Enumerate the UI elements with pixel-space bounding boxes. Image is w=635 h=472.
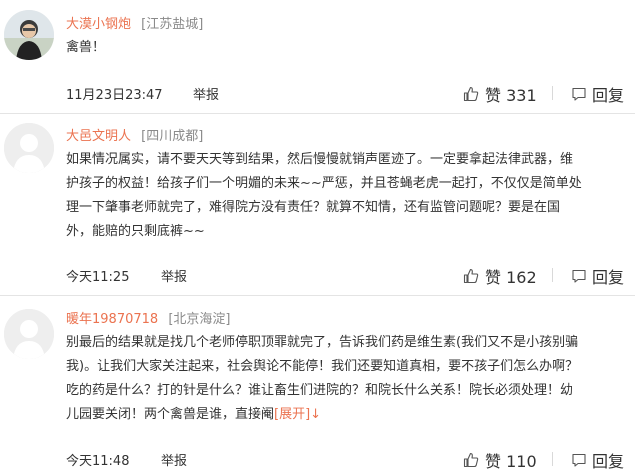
avatar[interactable] — [4, 123, 54, 173]
action-divider — [552, 452, 553, 466]
reply-button[interactable]: 回复 — [571, 264, 624, 288]
text-line: 护孩子的权益！给孩子们一个明媚的未来~~严惩，并且苍蝇老虎一起打，不仅仅是简单处 — [66, 176, 582, 191]
username-link[interactable]: 暖年19870718 — [66, 312, 158, 327]
comment-text: 别最后的结果就是找几个老师停职顶罪就完了，告诉我们药是维生素(我们又不是小孩别骗… — [66, 331, 622, 427]
comment-time: 11月23日23:47 — [66, 88, 163, 103]
text-line: 儿园要关闭！两个禽兽是谁，直接阉[展开]↓ — [66, 403, 622, 427]
action-divider — [552, 86, 553, 100]
thumbs-up-icon — [463, 452, 479, 468]
comment-header: 大漠小钢炮 [江苏盐城] — [66, 13, 203, 33]
text-line: 吃的药是什么？打的针是什么？谁让畜生们进院的？和院长什么关系！院长必须处理！幼 — [66, 383, 574, 398]
action-divider — [552, 268, 553, 282]
user-photo-avatar — [4, 10, 54, 60]
report-link[interactable]: 举报 — [161, 450, 187, 469]
report-link[interactable]: 举报 — [193, 84, 219, 103]
like-button[interactable]: 赞 331 — [463, 82, 537, 106]
location-tag: [四川成都] — [141, 129, 204, 144]
thumbs-up-icon — [463, 86, 479, 102]
like-button[interactable]: 赞 162 — [463, 264, 537, 288]
reply-label: 回复 — [592, 86, 625, 105]
comment-text: 禽兽！ — [66, 40, 106, 55]
reply-bubble-icon — [571, 86, 587, 102]
location-tag: [江苏盐城] — [141, 17, 204, 32]
avatar[interactable] — [4, 10, 54, 60]
like-count: 赞 331 — [485, 86, 537, 105]
comment-item: 大邑文明人 [四川成都] 如果情况属实，请不要天天等到结果，然后慢慢就销声匿迹了… — [0, 113, 635, 295]
reply-bubble-icon — [571, 268, 587, 284]
location-tag: [北京海淀] — [168, 312, 231, 327]
default-avatar-icon — [4, 123, 54, 173]
comment-header: 暖年19870718 [北京海淀] — [66, 308, 230, 328]
text-line: 我)。让我们大家关注起来，社会舆论不能停！我们还要知道真相，要不孩子们怎么办啊？ — [66, 359, 579, 374]
default-avatar-icon — [4, 309, 54, 359]
text-line: 外，能赔的只剩底裤~~ — [66, 224, 205, 239]
text-line: 如果情况属实，请不要天天等到结果，然后慢慢就销声匿迹了。一定要拿起法律武器，维 — [66, 152, 574, 167]
report-link[interactable]: 举报 — [161, 266, 187, 285]
text-line: 理一下肇事老师就完了，难得院方没有责任？就算不知情，还有监管问题呢？要是在国 — [66, 200, 561, 215]
username-link[interactable]: 大邑文明人 — [66, 129, 131, 144]
reply-bubble-icon — [571, 452, 587, 468]
comment-header: 大邑文明人 [四川成都] — [66, 125, 203, 145]
reply-button[interactable]: 回复 — [571, 82, 624, 106]
username-link[interactable]: 大漠小钢炮 — [66, 17, 131, 32]
like-count: 赞 110 — [485, 452, 537, 471]
text-line-end: 儿园要关闭！两个禽兽是谁，直接阉 — [66, 407, 275, 422]
reply-label: 回复 — [592, 268, 625, 287]
comment-time: 今天11:25 — [66, 270, 130, 285]
reply-button[interactable]: 回复 — [571, 448, 624, 472]
text-line: 别最后的结果就是找几个老师停职顶罪就完了，告诉我们药是维生素(我们又不是小孩别骗 — [66, 335, 579, 350]
expand-link[interactable]: [展开]↓ — [274, 407, 321, 422]
thumbs-up-icon — [463, 268, 479, 284]
comment-item: 大漠小钢炮 [江苏盐城] 禽兽！ 11月23日23:47 举报 赞 331 回复 — [0, 0, 635, 113]
like-count: 赞 162 — [485, 268, 537, 287]
comment-item: 暖年19870718 [北京海淀] 别最后的结果就是找几个老师停职顶罪就完了，告… — [0, 295, 635, 472]
like-button[interactable]: 赞 110 — [463, 448, 537, 472]
reply-label: 回复 — [592, 452, 625, 471]
comment-time: 今天11:48 — [66, 454, 130, 469]
comment-text: 如果情况属实，请不要天天等到结果，然后慢慢就销声匿迹了。一定要拿起法律武器，维 … — [66, 148, 622, 244]
avatar[interactable] — [4, 309, 54, 359]
